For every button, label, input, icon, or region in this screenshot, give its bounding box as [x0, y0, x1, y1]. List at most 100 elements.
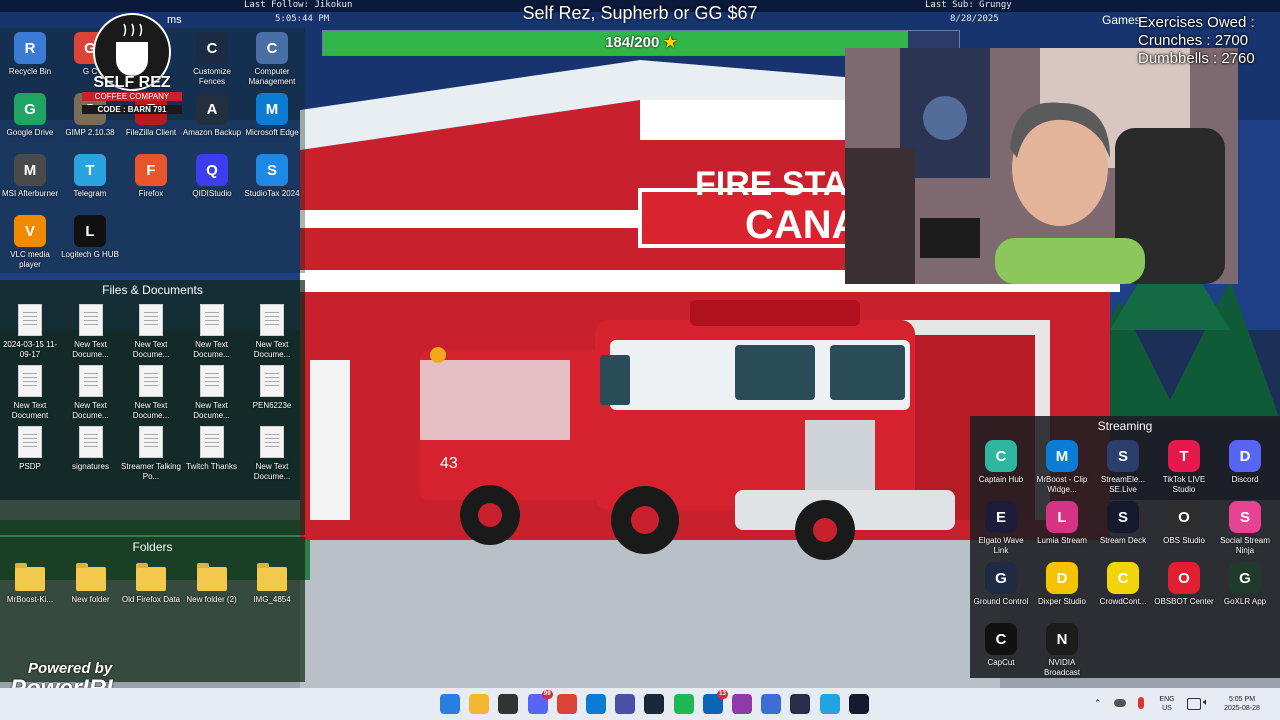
arrow-app-taskbar-icon[interactable]: [790, 694, 811, 714]
streaming-app-shortcut[interactable]: S StreamEle... SE.Live: [1093, 440, 1153, 495]
msi-afterburner-icon: M: [14, 154, 46, 186]
desktop-shortcut[interactable]: R Recycle Bin: [0, 32, 60, 77]
file-item[interactable]: New Text Docume...: [182, 365, 242, 421]
file-item-label: New Text Docume...: [132, 340, 170, 359]
desktop-shortcut[interactable]: F Firefox: [121, 154, 181, 199]
streaming-app-shortcut[interactable]: G Ground Control: [971, 562, 1031, 607]
file-item[interactable]: New Text Docume...: [182, 304, 242, 360]
folder-item[interactable]: Old Firefox Data: [121, 563, 181, 605]
desktop-shortcut[interactable]: G Google Drive: [0, 93, 60, 138]
streaming-app-shortcut[interactable]: S Stream Deck: [1093, 501, 1153, 546]
language-indicator[interactable]: ENG US: [1155, 695, 1179, 713]
folder-item[interactable]: New folder: [61, 563, 121, 605]
file-item-label: 2024-03-15 11-09-17: [2, 340, 58, 359]
folder-icon: [15, 563, 45, 591]
file-item[interactable]: New Text Docume...: [61, 304, 121, 360]
document-icon: [78, 365, 103, 397]
desktop-shortcut[interactable]: M MSI Afterburner: [0, 154, 60, 199]
volume-icon[interactable]: 🔈︎: [1203, 698, 1209, 708]
vscode-taskbar-icon[interactable]: [819, 694, 840, 714]
file-item[interactable]: New Text Docume...: [61, 365, 121, 421]
exercises-owed-label: Exercises Owed :: [1138, 14, 1255, 31]
document-icon: [78, 304, 103, 336]
recycle-bin-icon: R: [14, 32, 46, 64]
mixitup-taskbar-icon[interactable]: [615, 694, 636, 714]
microsoft-store-icon[interactable]: [498, 694, 519, 714]
streaming-app-shortcut[interactable]: T TikTok LIVE Studio: [1154, 440, 1214, 495]
discord-taskbar-icon[interactable]: 99: [527, 690, 553, 714]
desktop-shortcut[interactable]: V VLC media player: [0, 215, 60, 270]
document-icon: [18, 426, 42, 458]
onedrive-icon[interactable]: [1114, 699, 1126, 707]
streaming-app-shortcut[interactable]: L Lumia Stream: [1032, 501, 1092, 546]
file-item[interactable]: New Text Docume...: [121, 304, 181, 360]
stream-deck-taskbar-icon[interactable]: [848, 694, 869, 714]
streaming-app-label: OBS Studio: [1163, 536, 1205, 545]
streaming-app-shortcut[interactable]: O OBSBOT Center: [1154, 562, 1214, 607]
desktop-shortcut[interactable]: A Amazon Backup: [182, 93, 242, 138]
desktop-shortcut[interactable]: C Computer Management: [242, 32, 302, 87]
desktop-shortcut[interactable]: C Customize Fences: [182, 32, 242, 87]
logitech-g-hub-icon: L: [74, 215, 106, 247]
desktop-shortcut-label: Firefox: [138, 189, 164, 198]
file-item[interactable]: PSDP: [0, 426, 60, 472]
folder-item[interactable]: IMG_4854: [242, 563, 302, 605]
windows-start-icon[interactable]: [440, 694, 460, 714]
file-item[interactable]: New Text Document: [0, 365, 60, 421]
dixper-icon: D: [1046, 562, 1078, 594]
self-rez-subtitle: COFFEE COMPANY: [82, 92, 182, 101]
show-hidden-icons-icon[interactable]: ⌃: [1094, 699, 1102, 708]
document-icon: [18, 304, 42, 336]
desktop-shortcut-label: Google Drive: [6, 128, 54, 137]
file-explorer-icon[interactable]: [469, 694, 490, 714]
streaming-app-shortcut[interactable]: C CrowdCont...: [1093, 562, 1153, 607]
file-item[interactable]: Streamer Talking Po...: [121, 426, 181, 482]
desktop-shortcut[interactable]: S StudioTax 2024: [242, 154, 302, 199]
steam-taskbar-icon[interactable]: [644, 694, 665, 714]
file-item[interactable]: New Text Docume...: [242, 426, 302, 482]
fire-truck-door-number: 43: [440, 455, 458, 472]
folder-item[interactable]: MrBoost-Ki...: [0, 563, 60, 605]
folder-item[interactable]: New folder (2): [182, 563, 242, 605]
file-item[interactable]: PEN6223e: [242, 365, 302, 411]
streaming-app-shortcut[interactable]: O OBS Studio: [1154, 501, 1214, 546]
streaming-app-shortcut[interactable]: N NVIDIA Broadcast: [1032, 623, 1092, 678]
streaming-app-shortcut[interactable]: G GoXLR App: [1215, 562, 1275, 607]
streaming-app-shortcut[interactable]: E Elgato Wave Link: [971, 501, 1031, 556]
taskbar-clock[interactable]: 5:05 PM 2025-08-28: [1218, 695, 1266, 713]
file-item[interactable]: signatures: [61, 426, 121, 472]
desktop-shortcut-label: Recycle Bin: [8, 67, 52, 76]
streaming-app-label: Dixper Studio: [1037, 597, 1087, 606]
streaming-app-shortcut[interactable]: D Dixper Studio: [1032, 562, 1092, 607]
computer-management-icon: C: [256, 32, 288, 64]
language-code: ENG: [1159, 696, 1175, 703]
streamer-bot-taskbar-icon[interactable]: [732, 694, 752, 714]
self-rez-code: CODE : BARN 791: [82, 105, 182, 114]
overlay-clock: 5:05:44 PM: [275, 14, 330, 24]
outlook-taskbar-icon[interactable]: 13: [702, 690, 728, 714]
streaming-app-shortcut[interactable]: C Captain Hub: [971, 440, 1031, 485]
spotify-taskbar-icon[interactable]: [673, 694, 694, 714]
edge-taskbar-icon[interactable]: [586, 694, 606, 714]
microphone-icon[interactable]: [1138, 697, 1144, 709]
captain-hub-icon: C: [985, 440, 1017, 472]
network-icon[interactable]: [1187, 698, 1201, 710]
desktop-shortcut[interactable]: T Telegram: [60, 154, 120, 199]
file-item[interactable]: 2024-03-15 11-09-17: [0, 304, 60, 360]
streaming-app-shortcut[interactable]: M MrBoost - Clip Widge...: [1032, 440, 1092, 495]
file-item[interactable]: New Text Docume...: [121, 365, 181, 421]
windows-taskbar: 99 13 ⌃ ENG US 🔈︎ 5:05 PM 2025-08-28: [0, 688, 1280, 720]
streaming-app-shortcut[interactable]: D Discord: [1215, 440, 1275, 485]
fire-station-sign-line1: FIRE STA: [695, 165, 847, 203]
photos-taskbar-icon[interactable]: [761, 694, 782, 714]
streaming-app-shortcut[interactable]: C CapCut: [971, 623, 1031, 668]
notification-badge: 13: [717, 690, 728, 699]
desktop-shortcut[interactable]: Q QIDIStudio: [182, 154, 242, 199]
file-item[interactable]: New Text Docume...: [242, 304, 302, 360]
streaming-app-shortcut[interactable]: S Social Stream Ninja: [1215, 501, 1275, 556]
file-item[interactable]: Twitch Thanks: [182, 426, 242, 472]
desktop-shortcut[interactable]: M Microsoft Edge: [242, 93, 302, 138]
document-icon: [18, 365, 42, 397]
chrome-taskbar-icon[interactable]: [556, 694, 577, 714]
desktop-shortcut[interactable]: L Logitech G HUB: [60, 215, 120, 260]
